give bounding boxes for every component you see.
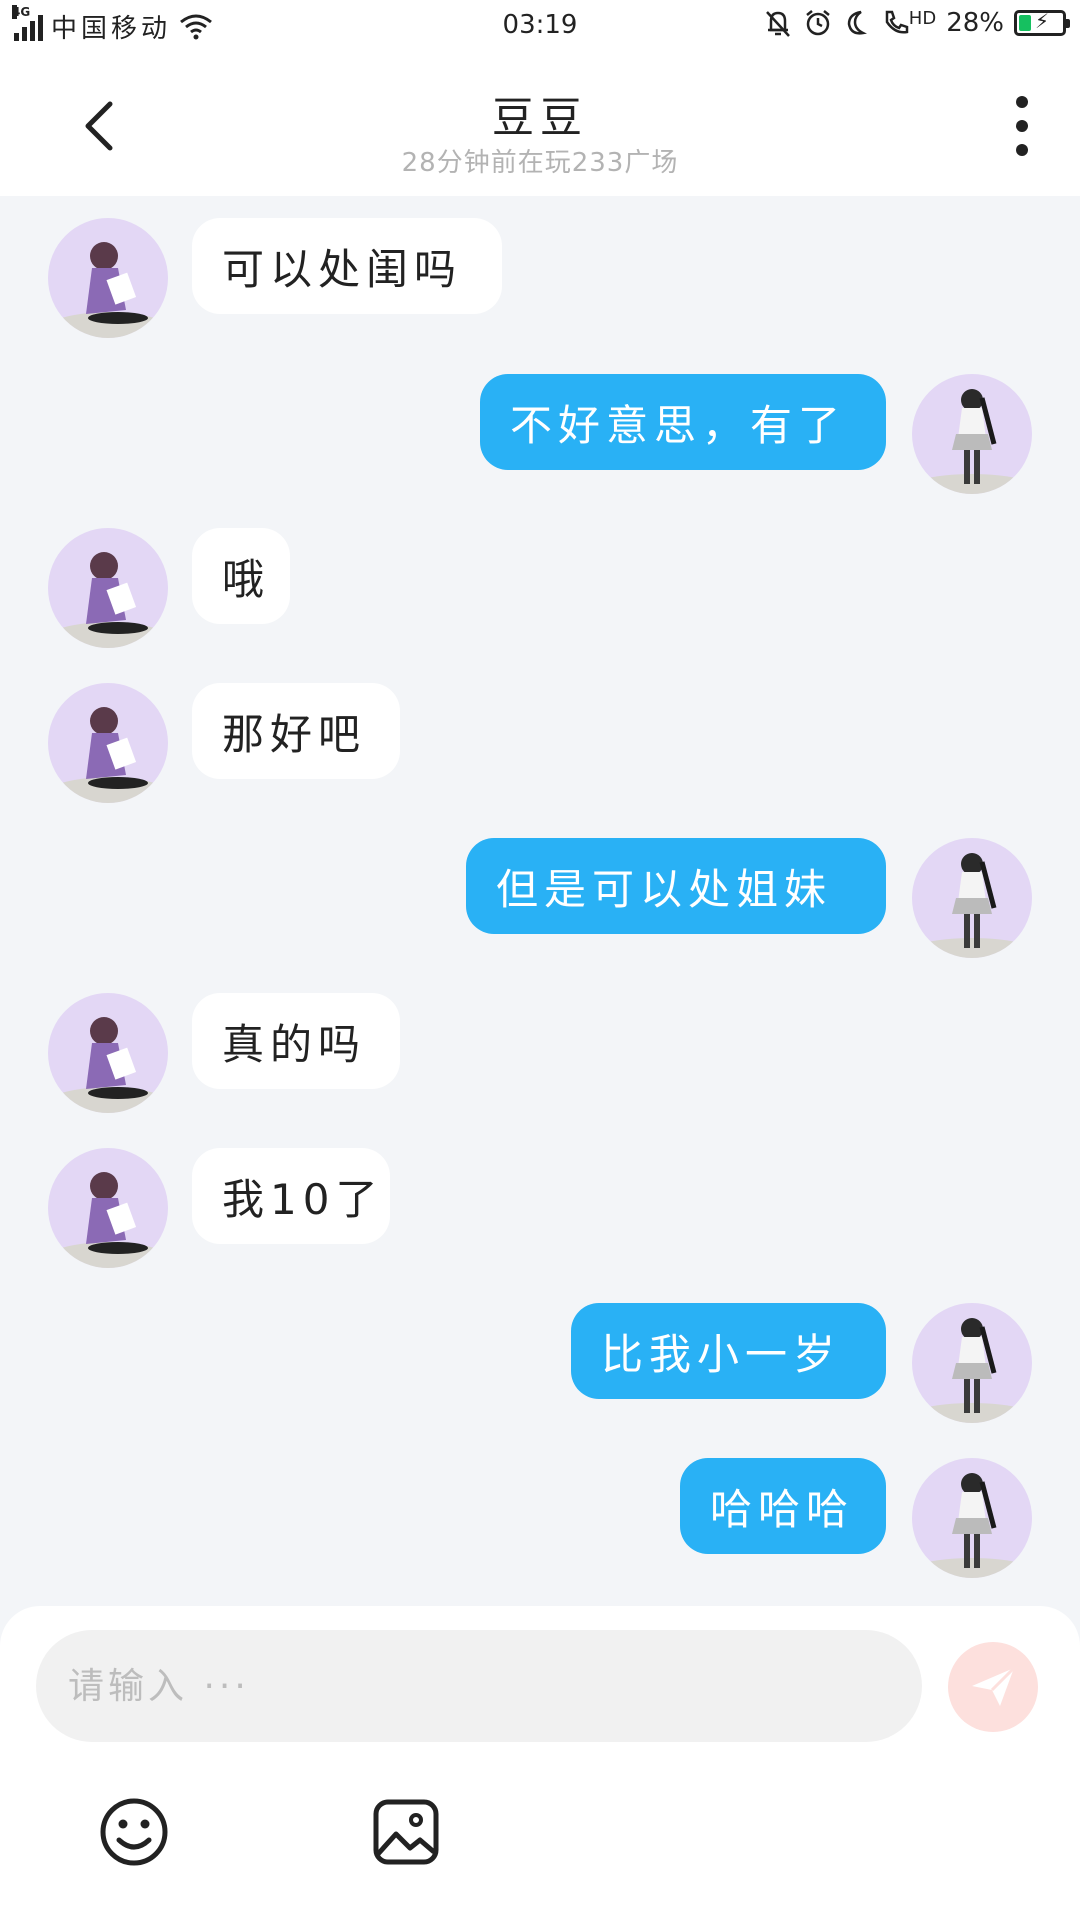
message-bubble-out[interactable]: 比我小一岁: [571, 1303, 886, 1399]
message-bubble-out[interactable]: 但是可以处姐妹: [466, 838, 886, 934]
image-icon: [373, 1799, 439, 1865]
message-bubble-in[interactable]: 我10了: [192, 1148, 390, 1244]
send-button[interactable]: [948, 1642, 1038, 1732]
alarm-icon: [806, 10, 830, 36]
message-bubble-out[interactable]: 哈哈哈: [680, 1458, 886, 1554]
status-right: HD 28% ⚡: [763, 7, 1070, 38]
my-avatar[interactable]: [912, 374, 1032, 494]
chat-title: 豆豆: [491, 93, 588, 142]
message-input[interactable]: [36, 1630, 922, 1742]
image-button[interactable]: [370, 1796, 442, 1868]
emoji-icon: [100, 1798, 168, 1866]
message-bubble-in[interactable]: 那好吧: [192, 683, 400, 779]
my-avatar[interactable]: [912, 1458, 1032, 1578]
send-icon: [972, 1666, 1016, 1706]
contact-avatar[interactable]: [48, 993, 168, 1113]
bell-off-icon: [765, 11, 790, 37]
hd-label: HD: [908, 7, 937, 29]
message-composer: [0, 1606, 1080, 1920]
message-bubble-in[interactable]: 哦: [192, 528, 290, 624]
more-button[interactable]: [1012, 96, 1032, 156]
message-bubble-out[interactable]: 不好意思，有了: [480, 374, 886, 470]
call-icon: [885, 10, 909, 34]
emoji-button[interactable]: [98, 1796, 170, 1868]
status-bar: 4G 中国移动 03:19 HD 28% ⚡: [0, 0, 1080, 56]
message-bubble-in[interactable]: 真的吗: [192, 993, 400, 1089]
my-avatar[interactable]: [912, 838, 1032, 958]
battery-percent: 28%: [946, 8, 1004, 38]
contact-avatar[interactable]: [48, 528, 168, 648]
battery-icon: ⚡: [1014, 9, 1070, 36]
moon-icon: [847, 10, 867, 35]
contact-avatar[interactable]: [48, 218, 168, 338]
contact-avatar[interactable]: [48, 1148, 168, 1268]
message-bubble-in[interactable]: 可以处闺吗: [192, 218, 502, 314]
my-avatar[interactable]: [912, 1303, 1032, 1423]
chat-header: 豆豆 28分钟前在玩233广场: [0, 56, 1080, 196]
chat-subtitle: 28分钟前在玩233广场: [401, 148, 679, 178]
more-vertical-icon: [1016, 96, 1028, 108]
contact-avatar[interactable]: [48, 683, 168, 803]
